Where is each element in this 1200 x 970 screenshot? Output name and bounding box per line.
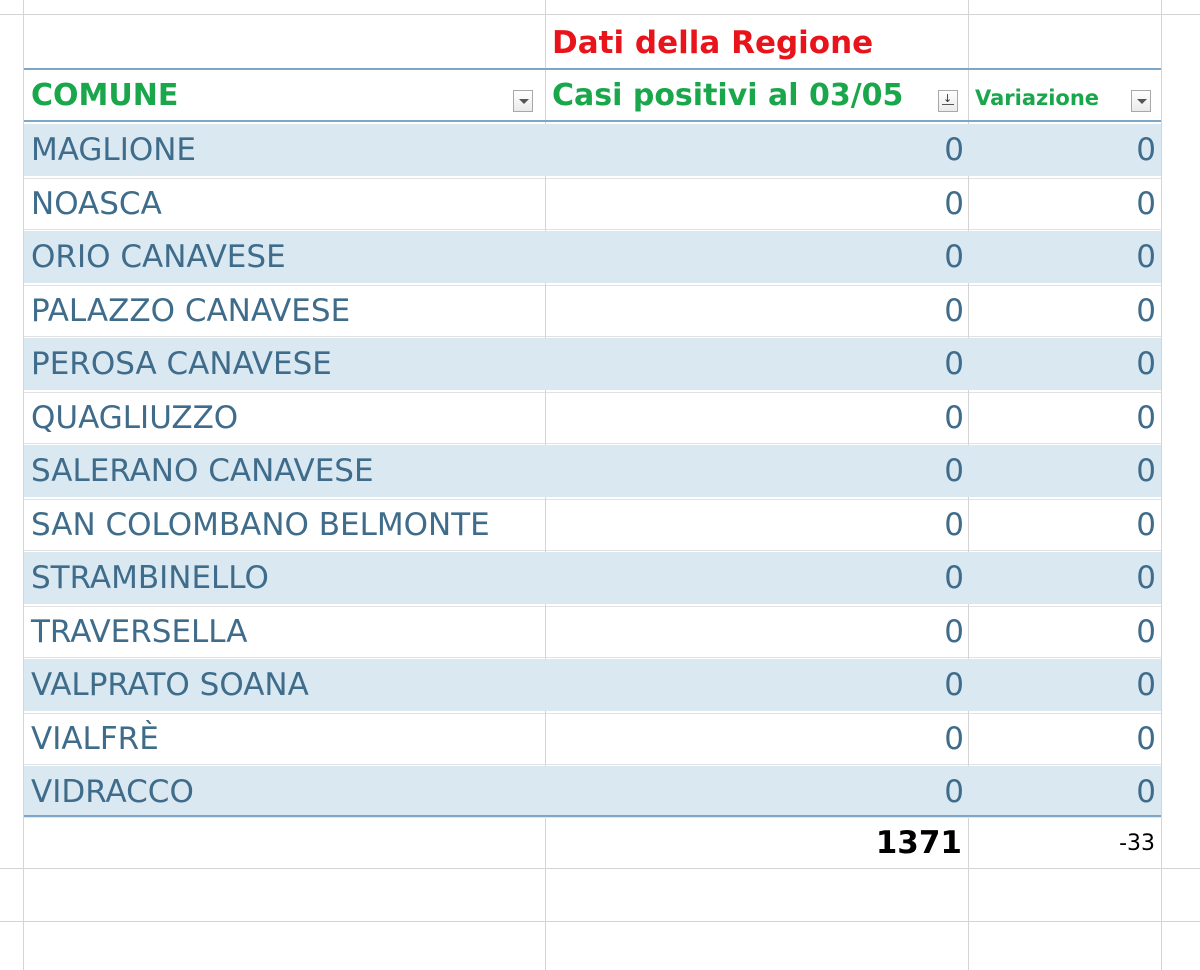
table-row[interactable]: VIDRACCO 0 0 xyxy=(0,766,1200,818)
cell-comune[interactable]: PEROSA CANAVESE xyxy=(31,338,332,390)
cell-variazione[interactable]: 0 xyxy=(1136,124,1156,176)
cell-comune[interactable]: VIALFRÈ xyxy=(31,713,159,765)
header-cell-comune[interactable]: COMUNE xyxy=(24,70,545,120)
gridline xyxy=(0,868,1200,869)
cell-casi[interactable]: 0 xyxy=(944,231,964,283)
cell-variazione[interactable]: 0 xyxy=(1136,231,1156,283)
cell-casi[interactable]: 0 xyxy=(944,445,964,497)
cell-variazione[interactable]: 0 xyxy=(1136,338,1156,390)
cell-casi[interactable]: 0 xyxy=(944,766,964,818)
cell-comune[interactable]: MAGLIONE xyxy=(31,124,196,176)
header-casi: Casi positivi al 03/05 xyxy=(552,78,904,113)
gridline xyxy=(968,178,969,230)
gridline xyxy=(545,178,546,230)
cell-comune[interactable]: ORIO CANAVESE xyxy=(31,231,286,283)
row-band xyxy=(24,766,1161,818)
table-row[interactable]: QUAGLIUZZO 0 0 xyxy=(0,392,1200,444)
header-variazione: Variazione xyxy=(975,86,1100,110)
cell-comune[interactable]: SALERANO CANAVESE xyxy=(31,445,374,497)
group-title-cell[interactable]: Dati della Regione xyxy=(546,15,968,68)
header-cell-casi[interactable]: Casi positivi al 03/05 ↓ xyxy=(546,70,968,120)
cell-casi[interactable]: 0 xyxy=(944,713,964,765)
total-variazione[interactable]: -33 xyxy=(1119,831,1155,856)
table-row[interactable]: NOASCA 0 0 xyxy=(0,178,1200,230)
sort-descending-filter-icon[interactable]: ↓ xyxy=(938,90,958,112)
gridline xyxy=(24,229,1161,230)
gridline xyxy=(24,713,1161,714)
table-row[interactable]: VALPRATO SOANA 0 0 xyxy=(0,659,1200,711)
cell-casi[interactable]: 0 xyxy=(944,338,964,390)
filter-dropdown-icon[interactable] xyxy=(1131,90,1151,112)
gridline xyxy=(24,178,1161,179)
gridline xyxy=(968,606,969,658)
cell-comune[interactable]: NOASCA xyxy=(31,178,162,230)
cell-variazione[interactable]: 0 xyxy=(1136,392,1156,444)
table-row[interactable]: SALERANO CANAVESE 0 0 xyxy=(0,445,1200,497)
gridline xyxy=(968,285,969,337)
cell-variazione[interactable]: 0 xyxy=(1136,713,1156,765)
gridline xyxy=(545,606,546,658)
cell-casi[interactable]: 0 xyxy=(944,659,964,711)
gridline xyxy=(545,392,546,444)
table-row[interactable]: PALAZZO CANAVESE 0 0 xyxy=(0,285,1200,337)
cell-comune[interactable]: QUAGLIUZZO xyxy=(31,392,238,444)
cell-casi[interactable]: 0 xyxy=(944,124,964,176)
cell-variazione[interactable]: 0 xyxy=(1136,606,1156,658)
table-row[interactable]: VIALFRÈ 0 0 xyxy=(0,713,1200,765)
header-cell-variazione[interactable]: Variazione xyxy=(969,70,1161,120)
cell-variazione[interactable]: 0 xyxy=(1136,178,1156,230)
cell-variazione[interactable]: 0 xyxy=(1136,659,1156,711)
cell-casi[interactable]: 0 xyxy=(944,178,964,230)
cell-variazione[interactable]: 0 xyxy=(1136,445,1156,497)
table-row[interactable]: PEROSA CANAVESE 0 0 xyxy=(0,338,1200,390)
cell-variazione[interactable]: 0 xyxy=(1136,552,1156,604)
gridline xyxy=(545,499,546,551)
cell-casi[interactable]: 0 xyxy=(944,499,964,551)
cell-comune[interactable]: PALAZZO CANAVESE xyxy=(31,285,350,337)
gridline xyxy=(968,713,969,765)
total-casi[interactable]: 1371 xyxy=(876,825,962,861)
header-comune: COMUNE xyxy=(31,78,179,113)
gridline xyxy=(24,764,1161,765)
cell-casi[interactable]: 0 xyxy=(944,392,964,444)
cell-variazione[interactable]: 0 xyxy=(1136,766,1156,818)
cell-casi[interactable]: 0 xyxy=(944,606,964,658)
cell-comune[interactable]: VALPRATO SOANA xyxy=(31,659,309,711)
gridline xyxy=(968,392,969,444)
gridline xyxy=(968,499,969,551)
cell-comune[interactable]: TRAVERSELLA xyxy=(31,606,248,658)
gridline xyxy=(545,713,546,765)
totals-row: 1371 -33 xyxy=(24,817,1161,868)
table-row[interactable]: STRAMBINELLO 0 0 xyxy=(0,552,1200,604)
cell-comune[interactable]: VIDRACCO xyxy=(31,766,194,818)
group-title: Dati della Regione xyxy=(552,25,874,61)
table-row[interactable]: MAGLIONE 0 0 xyxy=(0,124,1200,176)
gridline xyxy=(545,285,546,337)
gridline xyxy=(0,921,1200,922)
cell-comune[interactable]: STRAMBINELLO xyxy=(31,552,269,604)
table-row[interactable]: SAN COLOMBANO BELMONTE 0 0 xyxy=(0,499,1200,551)
cell-casi[interactable]: 0 xyxy=(944,285,964,337)
table-row[interactable]: TRAVERSELLA 0 0 xyxy=(0,606,1200,658)
cell-variazione[interactable]: 0 xyxy=(1136,285,1156,337)
cell-casi[interactable]: 0 xyxy=(944,552,964,604)
cell-comune[interactable]: SAN COLOMBANO BELMONTE xyxy=(31,499,490,551)
cell-variazione[interactable]: 0 xyxy=(1136,499,1156,551)
table-row[interactable]: ORIO CANAVESE 0 0 xyxy=(0,231,1200,283)
filter-dropdown-icon[interactable] xyxy=(513,90,533,112)
